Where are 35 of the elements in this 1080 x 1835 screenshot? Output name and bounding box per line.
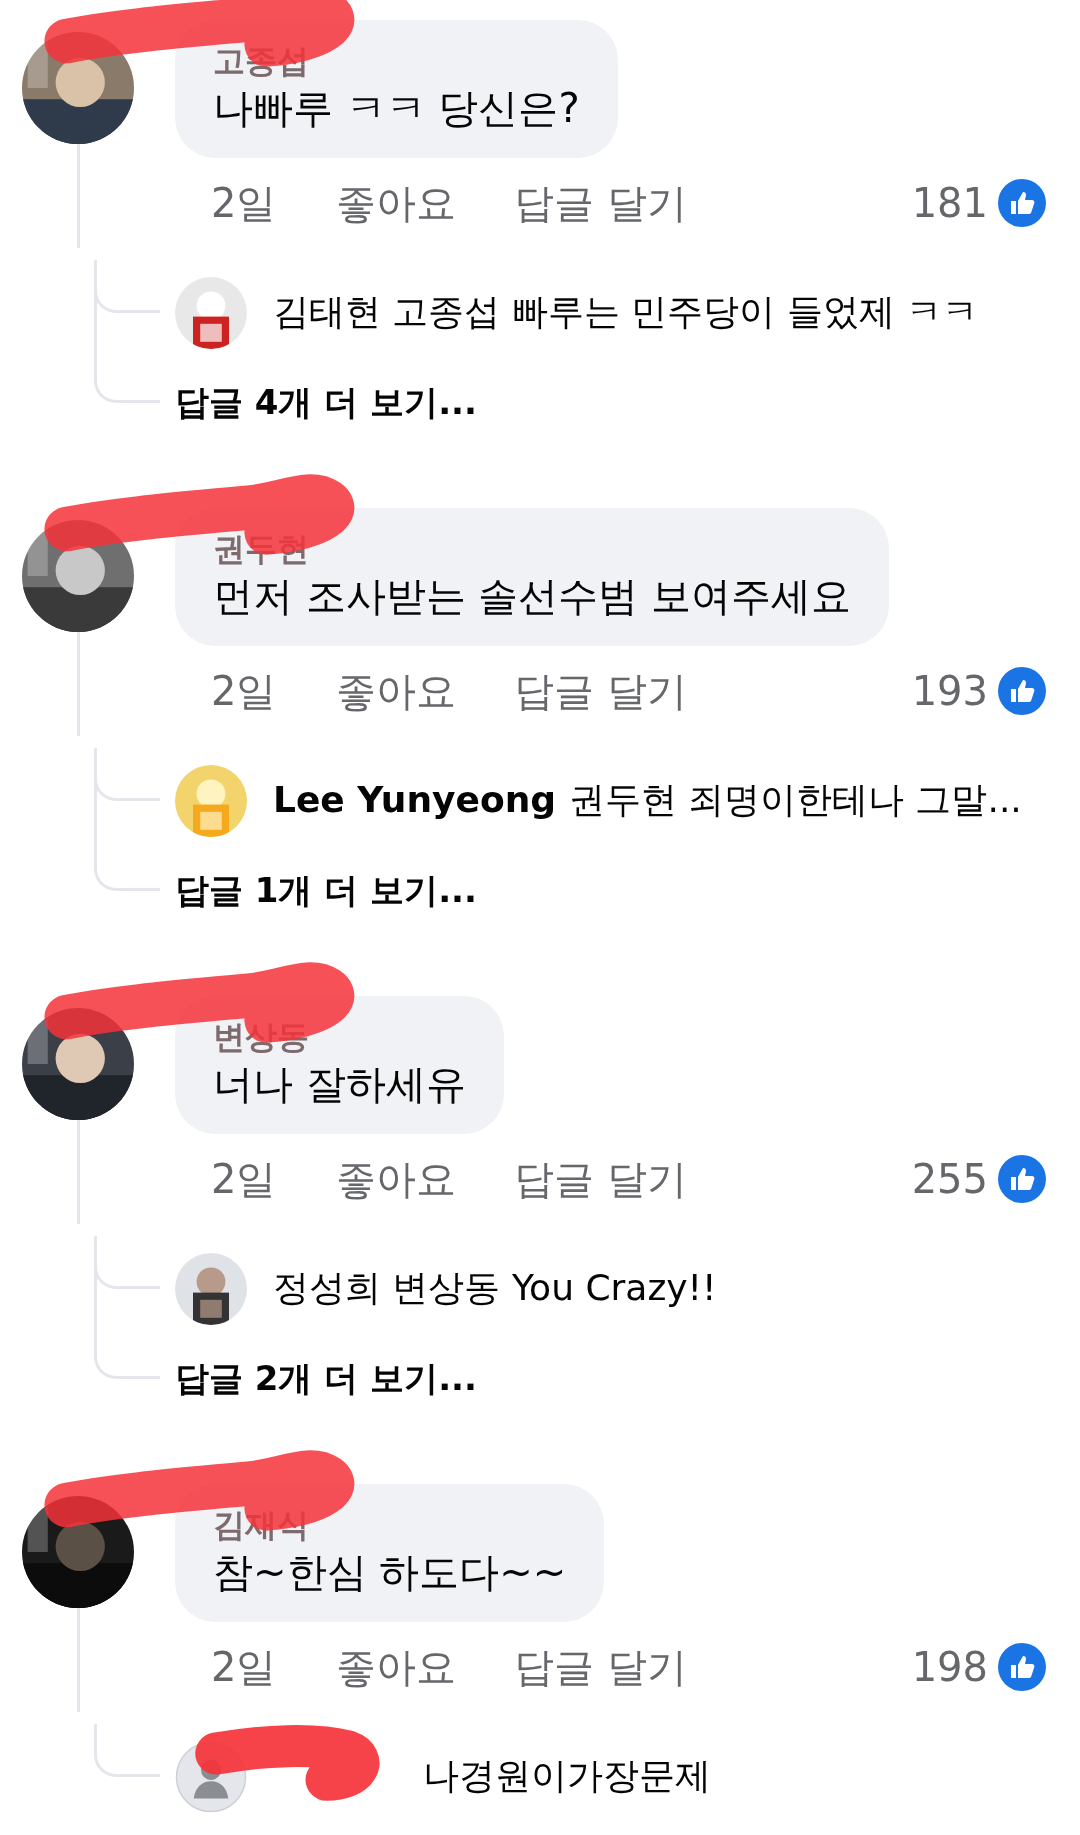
reaction-count: 193 bbox=[911, 668, 988, 715]
reaction-count: 255 bbox=[911, 1156, 988, 1203]
more-replies-link[interactable]: 답글 4개 더 보기... bbox=[175, 379, 477, 426]
thread-connector bbox=[94, 1341, 160, 1379]
reply-text: 정성희 변상동 You Crazy!! bbox=[273, 1266, 717, 1311]
thread-connector bbox=[94, 365, 160, 403]
thread-connector bbox=[94, 853, 160, 891]
comment-time: 2일 bbox=[211, 178, 277, 228]
comment-text: 너나 잘하세유 bbox=[213, 1060, 466, 1110]
reply-text: 나경원이가장문제 bbox=[423, 1754, 711, 1799]
like-link[interactable]: 좋아요 bbox=[336, 1151, 457, 1207]
comment-text: 나빠루 ㅋㅋ 당신은? bbox=[213, 84, 580, 134]
comment-text: 먼저 조사받는 솔선수범 보여주세요 bbox=[213, 572, 852, 622]
comment-time: 2일 bbox=[211, 666, 277, 716]
comment-time: 2일 bbox=[211, 1154, 277, 1204]
reply-text: 김태현 고종섭 빠루는 민주당이 들었제 ㅋㅋ bbox=[273, 290, 979, 335]
reply-link[interactable]: 답글 달기 bbox=[514, 1151, 688, 1207]
like-icon bbox=[998, 179, 1046, 228]
reply-link[interactable]: 답글 달기 bbox=[514, 1639, 688, 1695]
like-link[interactable]: 좋아요 bbox=[336, 1639, 457, 1695]
reaction-count: 198 bbox=[911, 1644, 988, 1691]
reply-link[interactable]: 답글 달기 bbox=[514, 175, 688, 231]
more-replies-link[interactable]: 답글 1개 더 보기... bbox=[175, 867, 477, 914]
more-replies-link[interactable]: 답글 2개 더 보기... bbox=[175, 1355, 477, 1402]
like-link[interactable]: 좋아요 bbox=[336, 663, 457, 719]
like-icon bbox=[998, 1155, 1046, 1204]
reaction-count: 181 bbox=[911, 180, 988, 227]
like-icon bbox=[998, 1643, 1046, 1692]
reply-text: Lee Yunyeong 권두현 죄명이한테나 그말... bbox=[273, 778, 1022, 823]
like-link[interactable]: 좋아요 bbox=[336, 175, 457, 231]
comment-time: 2일 bbox=[211, 1642, 277, 1692]
thread-connector bbox=[94, 1724, 160, 1777]
reply-link[interactable]: 답글 달기 bbox=[514, 663, 688, 719]
like-icon bbox=[998, 667, 1046, 716]
comment-text: 참~한심 하도다~~ bbox=[213, 1548, 567, 1598]
